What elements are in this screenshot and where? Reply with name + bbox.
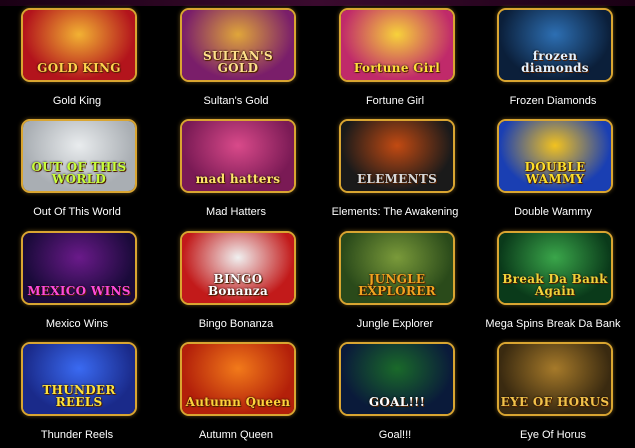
game-tile-mexico-wins[interactable]: MEXICO WINS Mexico Wins [1, 231, 161, 337]
game-grid: GOLD KING Gold King SULTAN'S GOLD Sultan's … [0, 0, 635, 445]
game-tile-goal[interactable]: GOAL!!! Goal!!! [319, 342, 479, 448]
game-title[interactable]: Out Of This World [1, 206, 153, 219]
game-logo: SULTAN'S GOLD [203, 49, 273, 75]
game-logo: ELEMENTS [356, 172, 438, 186]
game-thumbnail[interactable]: JUNGLE EXPLORER [339, 231, 455, 305]
game-logo: JUNGLE EXPLORER [358, 272, 436, 298]
game-logo: THUNDER REELS [42, 383, 116, 409]
game-thumbnail[interactable]: Autumn Queen [180, 342, 296, 416]
game-tile-out-of-this-world[interactable]: OUT OF THIS WORLD Out Of This World [1, 119, 161, 225]
game-thumbnail[interactable]: BINGO Bonanza [180, 231, 296, 305]
game-logo: GOAL!!! [368, 395, 426, 409]
game-tile-thunder-reels[interactable]: THUNDER REELS Thunder Reels [1, 342, 161, 448]
game-tile-eye-of-horus[interactable]: EYE OF HORUS Eye Of Horus [477, 342, 635, 448]
game-tile-jungle-explorer[interactable]: JUNGLE EXPLORER Jungle Explorer [319, 231, 479, 337]
game-title[interactable]: Eye Of Horus [477, 429, 629, 442]
game-thumbnail[interactable]: MEXICO WINS [21, 231, 137, 305]
game-tile-mega-spins-break-da-bank[interactable]: Break Da Bank Again Mega Spins Break Da B… [477, 231, 635, 337]
game-title[interactable]: Bingo Bonanza [160, 318, 312, 331]
game-title[interactable]: Fortune Girl [319, 95, 471, 108]
game-logo: BINGO Bonanza [207, 272, 269, 298]
game-title[interactable]: Gold King [1, 95, 153, 108]
game-title[interactable]: Autumn Queen [160, 429, 312, 442]
game-thumbnail[interactable]: GOAL!!! [339, 342, 455, 416]
game-logo: Fortune Girl [353, 61, 441, 75]
game-title[interactable]: Thunder Reels [1, 429, 153, 442]
game-logo: GOLD KING [37, 61, 121, 75]
game-title[interactable]: Jungle Explorer [319, 318, 471, 331]
game-title[interactable]: Sultan's Gold [160, 95, 312, 108]
game-logo: frozen diamonds [521, 49, 589, 75]
game-title[interactable]: Frozen Diamonds [477, 95, 629, 108]
game-tile-frozen-diamonds[interactable]: frozen diamonds Frozen Diamonds [477, 8, 635, 114]
game-thumbnail[interactable]: EYE OF HORUS [497, 342, 613, 416]
game-thumbnail[interactable]: THUNDER REELS [21, 342, 137, 416]
game-thumbnail[interactable]: OUT OF THIS WORLD [21, 119, 137, 193]
game-logo: OUT OF THIS WORLD [31, 160, 127, 186]
game-tile-gold-king[interactable]: GOLD KING Gold King [1, 8, 161, 114]
game-tile-double-wammy[interactable]: DOUBLE WAMMY Double Wammy [477, 119, 635, 225]
game-tile-fortune-girl[interactable]: Fortune Girl Fortune Girl [319, 8, 479, 114]
game-title[interactable]: Double Wammy [477, 206, 629, 219]
game-thumbnail[interactable]: DOUBLE WAMMY [497, 119, 613, 193]
game-logo: Break Da Bank Again [502, 272, 608, 298]
game-thumbnail[interactable]: SULTAN'S GOLD [180, 8, 296, 82]
game-tile-mad-hatters[interactable]: mad hatters Mad Hatters [160, 119, 320, 225]
game-thumbnail[interactable]: frozen diamonds [497, 8, 613, 82]
game-logo: mad hatters [195, 172, 281, 186]
game-title[interactable]: Elements: The Awakening [319, 206, 471, 219]
game-tile-elements-the-awakening[interactable]: ELEMENTS Elements: The Awakening [319, 119, 479, 225]
game-logo: MEXICO WINS [27, 284, 131, 298]
game-tile-sultan-s-gold[interactable]: SULTAN'S GOLD Sultan's Gold [160, 8, 320, 114]
game-thumbnail[interactable]: Break Da Bank Again [497, 231, 613, 305]
game-title[interactable]: Mexico Wins [1, 318, 153, 331]
game-title[interactable]: Mega Spins Break Da Bank [477, 318, 629, 331]
game-logo: EYE OF HORUS [500, 395, 610, 409]
game-title[interactable]: Goal!!! [319, 429, 471, 442]
game-thumbnail[interactable]: Fortune Girl [339, 8, 455, 82]
game-logo: Autumn Queen [185, 395, 291, 409]
game-tile-bingo-bonanza[interactable]: BINGO Bonanza Bingo Bonanza [160, 231, 320, 337]
game-title[interactable]: Mad Hatters [160, 206, 312, 219]
game-logo: DOUBLE WAMMY [524, 160, 586, 186]
game-thumbnail[interactable]: GOLD KING [21, 8, 137, 82]
game-tile-autumn-queen[interactable]: Autumn Queen Autumn Queen [160, 342, 320, 448]
game-thumbnail[interactable]: ELEMENTS [339, 119, 455, 193]
game-thumbnail[interactable]: mad hatters [180, 119, 296, 193]
